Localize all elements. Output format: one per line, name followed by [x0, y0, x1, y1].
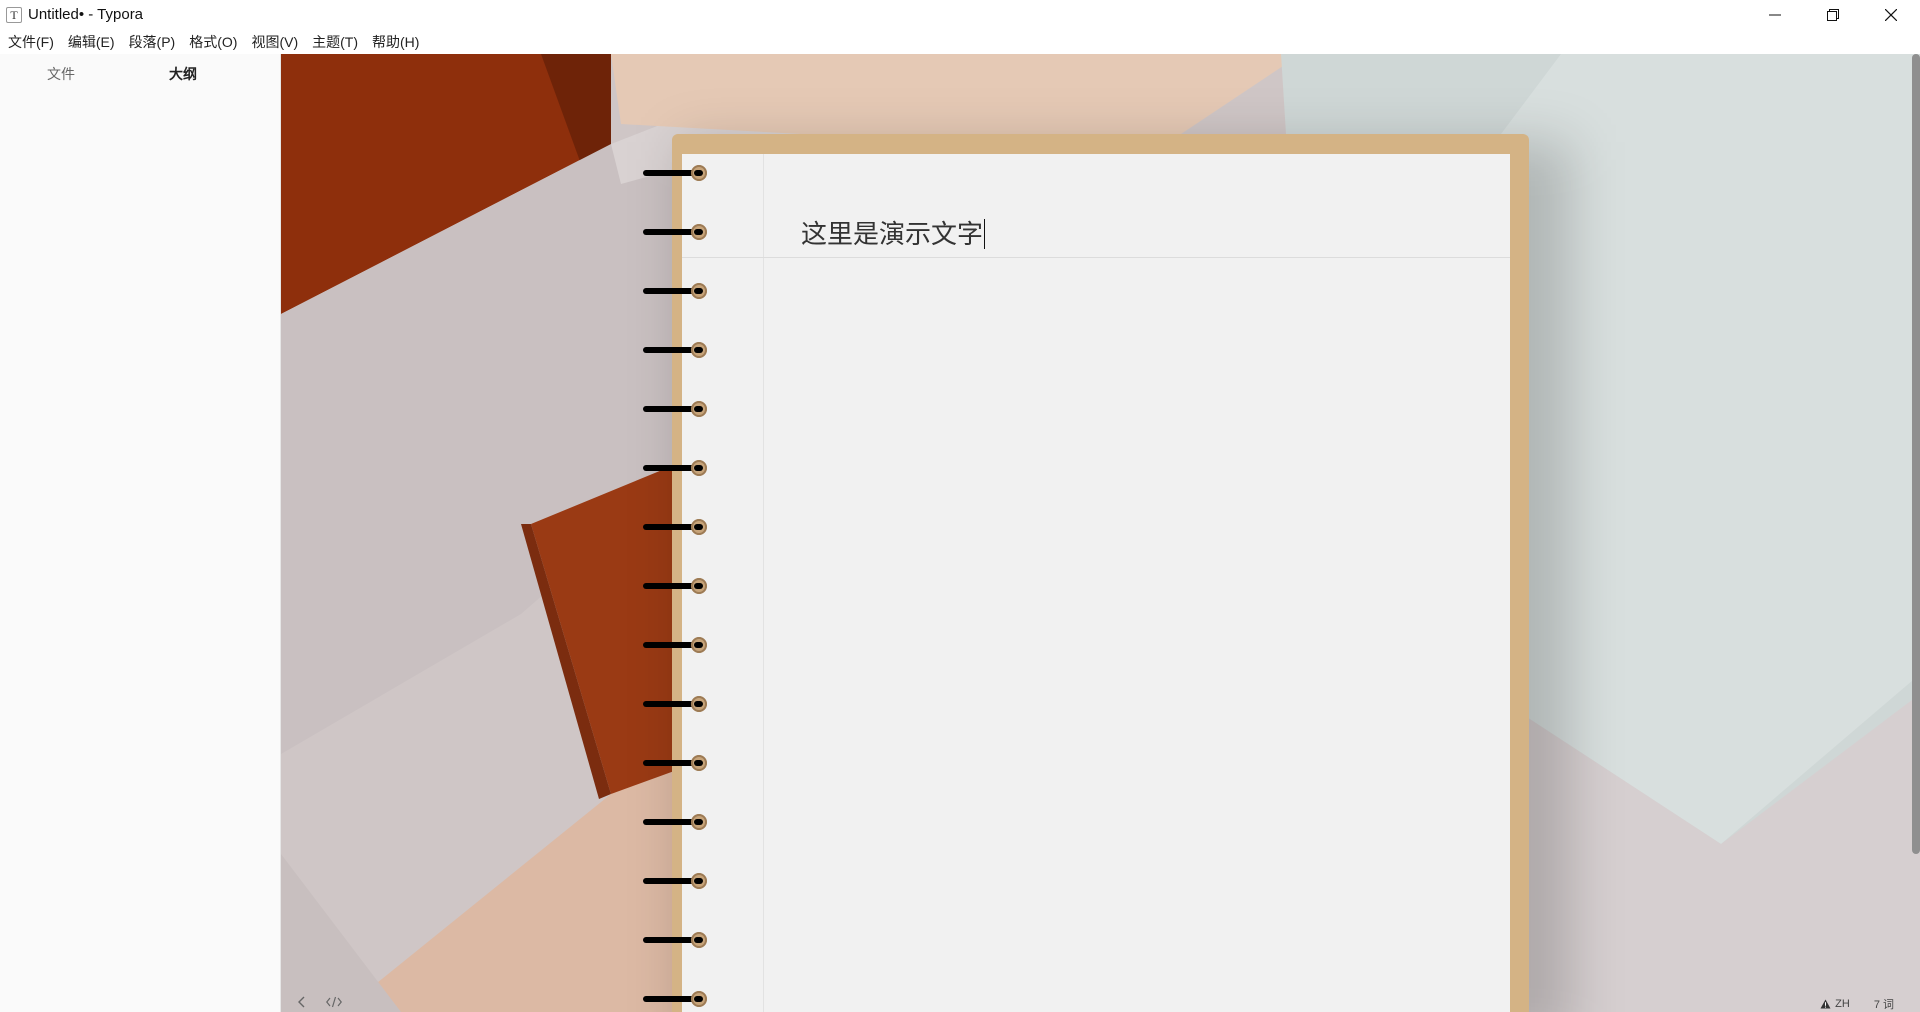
- editor-area: 这里是演示文字: [281, 54, 1920, 1012]
- close-icon: [1885, 8, 1897, 21]
- heading-text: 这里是演示文字: [801, 220, 984, 250]
- spiral-ring: [643, 755, 713, 771]
- toggle-sidebar-button[interactable]: [290, 994, 314, 1010]
- spiral-ring: [643, 165, 713, 181]
- spellcheck-language[interactable]: ZH: [1820, 998, 1850, 1010]
- chevron-left-icon: [298, 996, 305, 1008]
- page-margin-line: [763, 154, 764, 1012]
- spiral-ring: [643, 637, 713, 653]
- page-header-line: [682, 257, 1510, 258]
- document-heading[interactable]: 这里是演示文字: [801, 214, 986, 251]
- menu-format[interactable]: 格式(O): [185, 32, 243, 52]
- notebook-page[interactable]: 这里是演示文字: [682, 154, 1510, 1012]
- spiral-ring: [643, 932, 713, 948]
- spiral-ring: [643, 991, 713, 1007]
- tab-outline[interactable]: 大纲: [122, 64, 244, 84]
- scrollbar-thumb[interactable]: [1912, 54, 1920, 854]
- tab-files[interactable]: 文件: [0, 64, 122, 84]
- spiral-ring: [643, 401, 713, 417]
- menu-edit[interactable]: 编辑(E): [64, 32, 121, 52]
- spiral-ring: [643, 283, 713, 299]
- text-caret: [984, 219, 986, 249]
- footer-toolbar: [290, 994, 354, 1010]
- language-label: ZH: [1835, 998, 1850, 1010]
- word-count[interactable]: 7 词: [1874, 996, 1894, 1012]
- spiral-ring: [643, 696, 713, 712]
- window-controls: [1746, 0, 1920, 29]
- spiral-ring: [643, 224, 713, 240]
- menu-bar: 文件(F) 编辑(E) 段落(P) 格式(O) 视图(V) 主题(T) 帮助(H…: [0, 29, 1920, 54]
- menu-view[interactable]: 视图(V): [247, 32, 304, 52]
- restore-button[interactable]: [1804, 0, 1862, 29]
- minimize-icon: [1769, 14, 1781, 15]
- close-button[interactable]: [1862, 0, 1920, 29]
- minimize-button[interactable]: [1746, 0, 1804, 29]
- vertical-scrollbar[interactable]: [1912, 54, 1920, 1012]
- menu-paragraph[interactable]: 段落(P): [125, 32, 182, 52]
- spiral-ring: [643, 460, 713, 476]
- status-bar: ZH 7 词: [1820, 996, 1894, 1012]
- spiral-ring: [643, 342, 713, 358]
- spiral-ring: [643, 578, 713, 594]
- sidebar: 文件 大纲: [0, 54, 281, 1012]
- spiral-ring: [643, 519, 713, 535]
- warning-triangle-icon: [1820, 999, 1831, 1009]
- window-title: Untitled• - Typora: [28, 6, 144, 23]
- spiral-ring: [643, 873, 713, 889]
- spiral-ring: [643, 814, 713, 830]
- source-code-mode-button[interactable]: [322, 994, 346, 1010]
- restore-icon: [1827, 8, 1839, 21]
- sidebar-tabs: 文件 大纲: [0, 54, 280, 94]
- menu-help[interactable]: 帮助(H): [368, 32, 425, 52]
- menu-file[interactable]: 文件(F): [4, 32, 60, 52]
- menu-theme[interactable]: 主题(T): [308, 32, 364, 52]
- code-icon: [326, 996, 342, 1008]
- title-bar: T Untitled• - Typora: [0, 0, 1920, 29]
- app-logo-icon: T: [6, 6, 22, 23]
